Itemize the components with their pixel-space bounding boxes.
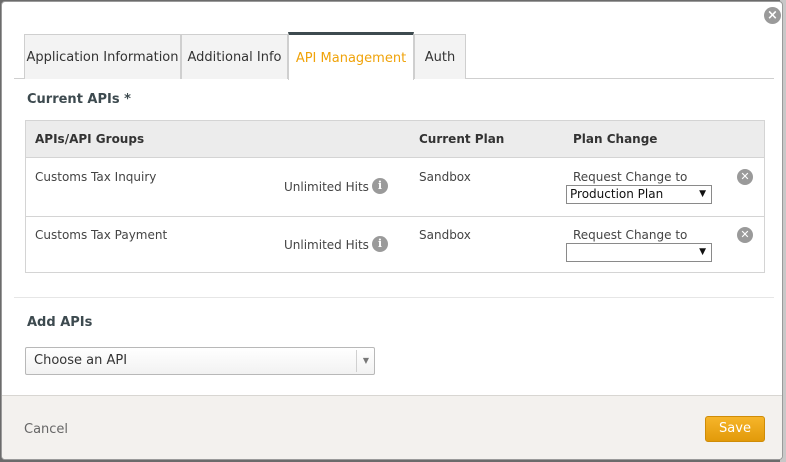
tab-additional-info[interactable]: Additional Info [181, 34, 288, 79]
modal-footer: Cancel Save [2, 395, 782, 459]
api-hits: Unlimited Hits [284, 238, 369, 252]
cancel-button[interactable]: Cancel [24, 422, 68, 437]
current-apis-table: APIs/API Groups Current Plan Plan Change… [25, 120, 765, 273]
tab-bar: Application Information Additional Info … [14, 32, 774, 80]
plan-change-select[interactable]: Production Plan ▼ [566, 185, 712, 204]
plan-change-select[interactable]: ▼ [566, 243, 712, 262]
info-icon[interactable]: i [372, 178, 388, 194]
save-button[interactable]: Save [705, 416, 765, 442]
table-row: Customs Tax Inquiry Unlimited Hits i San… [26, 159, 764, 216]
close-icon[interactable]: × [764, 7, 781, 24]
column-header-current-plan: Current Plan [419, 132, 505, 146]
api-name: Customs Tax Payment [35, 228, 168, 242]
column-header-apis: APIs/API Groups [35, 132, 145, 146]
table-header: APIs/API Groups Current Plan Plan Change [26, 121, 764, 158]
table-row: Customs Tax Payment Unlimited Hits i San… [26, 216, 764, 273]
select-separator [356, 350, 357, 372]
plan-change-label: Request Change to [573, 170, 688, 184]
choose-api-value: Choose an API [34, 353, 128, 368]
chevron-down-icon: ▼ [699, 247, 706, 257]
current-plan: Sandbox [419, 228, 471, 242]
tab-application-information[interactable]: Application Information [24, 34, 181, 79]
api-hits: Unlimited Hits [284, 180, 369, 194]
section-divider [14, 297, 774, 298]
info-icon[interactable]: i [372, 236, 388, 252]
close-circle-icon[interactable]: ✕ [737, 169, 753, 185]
add-apis-title: Add APIs [27, 315, 93, 330]
current-plan: Sandbox [419, 170, 471, 184]
modal-dialog: × Application Information Additional Inf… [1, 1, 783, 460]
tab-auth[interactable]: Auth [414, 34, 466, 79]
column-header-plan-change: Plan Change [573, 132, 658, 146]
chevron-down-icon: ▼ [362, 356, 369, 365]
current-apis-title: Current APIs * [27, 92, 131, 107]
plan-change-value: Production Plan [570, 187, 664, 201]
plan-change-label: Request Change to [573, 228, 688, 242]
api-name: Customs Tax Inquiry [35, 170, 157, 184]
close-circle-icon[interactable]: ✕ [737, 227, 753, 243]
chevron-down-icon: ▼ [699, 189, 706, 199]
tab-api-management[interactable]: API Management [288, 32, 414, 80]
choose-api-select[interactable]: Choose an API ▼ [25, 347, 375, 375]
